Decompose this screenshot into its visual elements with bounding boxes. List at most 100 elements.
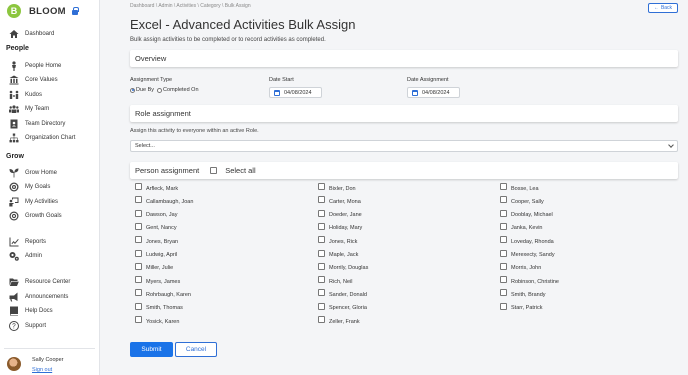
person-checkbox-item[interactable]: Ludwig, April [135,249,177,258]
person-checkbox[interactable] [135,236,142,244]
person-checkbox-item[interactable]: Bixler, Don [318,183,356,192]
person-checkbox-item[interactable]: Sander, Donald [318,289,367,298]
person-checkbox-item[interactable]: Jones, Bryan [135,236,178,245]
person-checkbox-item[interactable]: Gent, Nancy [135,222,177,231]
person-checkbox-item[interactable]: Yosick, Karen [135,316,179,325]
person-checkbox[interactable] [500,276,507,284]
person-checkbox[interactable] [135,289,142,297]
person-checkbox[interactable] [500,236,507,244]
person-checkbox-item[interactable]: Dawson, Jay [135,209,178,218]
person-checkbox[interactable] [135,196,142,204]
nav-item-my-team[interactable]: My Team [8,103,49,114]
person-checkbox[interactable] [135,262,142,270]
person-checkbox-item[interactable]: Myers, James [135,276,181,285]
nav-item-people-home[interactable]: People Home [8,60,61,71]
person-checkbox[interactable] [135,316,142,323]
nav-item-help-docs[interactable]: Help Docs [8,305,53,316]
person-checkbox-item[interactable]: Starr, Patrick [500,302,543,312]
person-checkbox[interactable] [135,302,142,310]
person-checkbox[interactable] [135,183,142,190]
person-checkbox-item[interactable]: Rohrbaugh, Karen [135,289,191,298]
person-checkbox[interactable] [500,196,507,204]
person-checkbox[interactable] [318,222,325,230]
person-checkbox[interactable] [318,302,325,310]
nav-item-team-directory[interactable]: Team Directory [8,118,65,129]
person-checkbox-item[interactable]: Robinson, Christine [500,276,559,285]
person-checkbox[interactable] [135,249,142,257]
nav-item-reports[interactable]: Reports [8,236,46,247]
person-checkbox-item[interactable]: Arfleck, Mark [135,183,178,192]
due-by-radio[interactable] [130,87,135,93]
nav-item-core-values[interactable]: Core Values [8,74,58,85]
person-checkbox-item[interactable]: Maple, Jack [318,249,358,258]
person-name: Starr, Patrick [511,305,543,312]
select-all[interactable]: Select all [210,166,256,175]
person-name: Myers, James [146,278,181,285]
person-checkbox-item[interactable]: Doeder, Jane [318,209,362,218]
cancel-button[interactable]: Cancel [175,342,217,357]
person-checkbox-item[interactable]: Cooper, Sally [500,196,544,205]
brand[interactable]: B BLOOM [7,3,79,19]
person-checkbox[interactable] [135,222,142,230]
avatar[interactable] [7,357,21,371]
person-checkbox[interactable] [318,262,325,270]
person-checkbox-item[interactable]: Dooblay, Michael [500,209,553,218]
person-checkbox[interactable] [500,302,507,310]
role-select[interactable]: Select... [130,140,678,152]
person-checkbox[interactable] [500,262,507,270]
person-checkbox[interactable] [318,196,325,204]
person-checkbox[interactable] [318,183,325,190]
person-assignment-header: Person assignment Select all [130,162,678,179]
person-checkbox-item[interactable]: Smith, Thomas [135,302,183,311]
person-checkbox[interactable] [318,209,325,217]
person-checkbox-item[interactable]: Carter, Mona [318,196,361,205]
submit-button[interactable]: Submit [130,342,173,357]
person-checkbox-item[interactable]: Smith, Brandy [500,289,546,298]
nav-item-my-activities[interactable]: My Activities [8,196,58,207]
sign-out-link[interactable]: Sign out [32,367,52,373]
date-assignment-input[interactable]: 04/08/2024 [407,87,460,98]
page-subtitle: Bulk assign activities to be completed o… [130,37,326,43]
person-checkbox[interactable] [318,236,325,244]
nav-item-grow-home[interactable]: Grow Home [8,167,57,178]
person-checkbox-item[interactable]: Miller, Julie [135,262,173,271]
person-checkbox[interactable] [500,183,507,190]
person-checkbox-item[interactable]: Merexecty, Sandy [500,249,555,258]
nav-item-kudos[interactable]: Kudos [8,89,42,100]
person-checkbox[interactable] [500,209,507,217]
nav-item-announcements[interactable]: Announcements [8,291,68,302]
person-checkbox-item[interactable]: Rich, Neil [318,276,353,285]
nav-item-admin[interactable]: Admin [8,250,42,261]
nav-item-growth-goals[interactable]: Growth Goals [8,210,62,221]
nav-item-dashboard[interactable]: Dashboard [8,28,54,39]
select-all-checkbox[interactable] [210,167,218,174]
person-checkbox-item[interactable]: Callambaugh, Joan [135,196,193,205]
bullhorn-icon [8,291,19,302]
nav-item-support[interactable]: Support [8,320,46,331]
person-checkbox[interactable] [500,289,507,297]
completed-on-radio[interactable] [157,87,163,93]
person-checkbox[interactable] [500,222,507,230]
person-checkbox-item[interactable]: Spencer, Gloria [318,302,367,311]
person-checkbox[interactable] [318,289,325,297]
bullseye-icon [8,181,19,192]
person-checkbox-item[interactable]: Morrily, Douglas [318,262,368,271]
person-checkbox-item[interactable]: Zeller, Frank [318,316,360,325]
person-checkbox[interactable] [318,316,325,323]
nav-item-resource-center[interactable]: Resource Center [8,276,70,287]
person-checkbox[interactable] [135,209,142,217]
person-checkbox-item[interactable]: Loveday, Rhonda [500,236,554,245]
person-checkbox[interactable] [318,276,325,284]
nav-item-my-goals[interactable]: My Goals [8,181,50,192]
person-checkbox-item[interactable]: Morris, John [500,262,541,271]
person-checkbox[interactable] [135,276,142,284]
person-checkbox[interactable] [318,249,325,257]
back-button[interactable]: ← Back [648,3,678,13]
date-start-input[interactable]: 04/08/2024 [269,87,322,98]
person-checkbox[interactable] [500,249,507,257]
person-checkbox-item[interactable]: Janka, Kevin [500,222,543,231]
nav-item-organization-chart[interactable]: Organization Chart [8,132,75,143]
person-checkbox-item[interactable]: Jones, Rick [318,236,357,245]
person-checkbox-item[interactable]: Holiday, Mary [318,222,362,231]
person-checkbox-item[interactable]: Bosse, Lea [500,183,539,192]
